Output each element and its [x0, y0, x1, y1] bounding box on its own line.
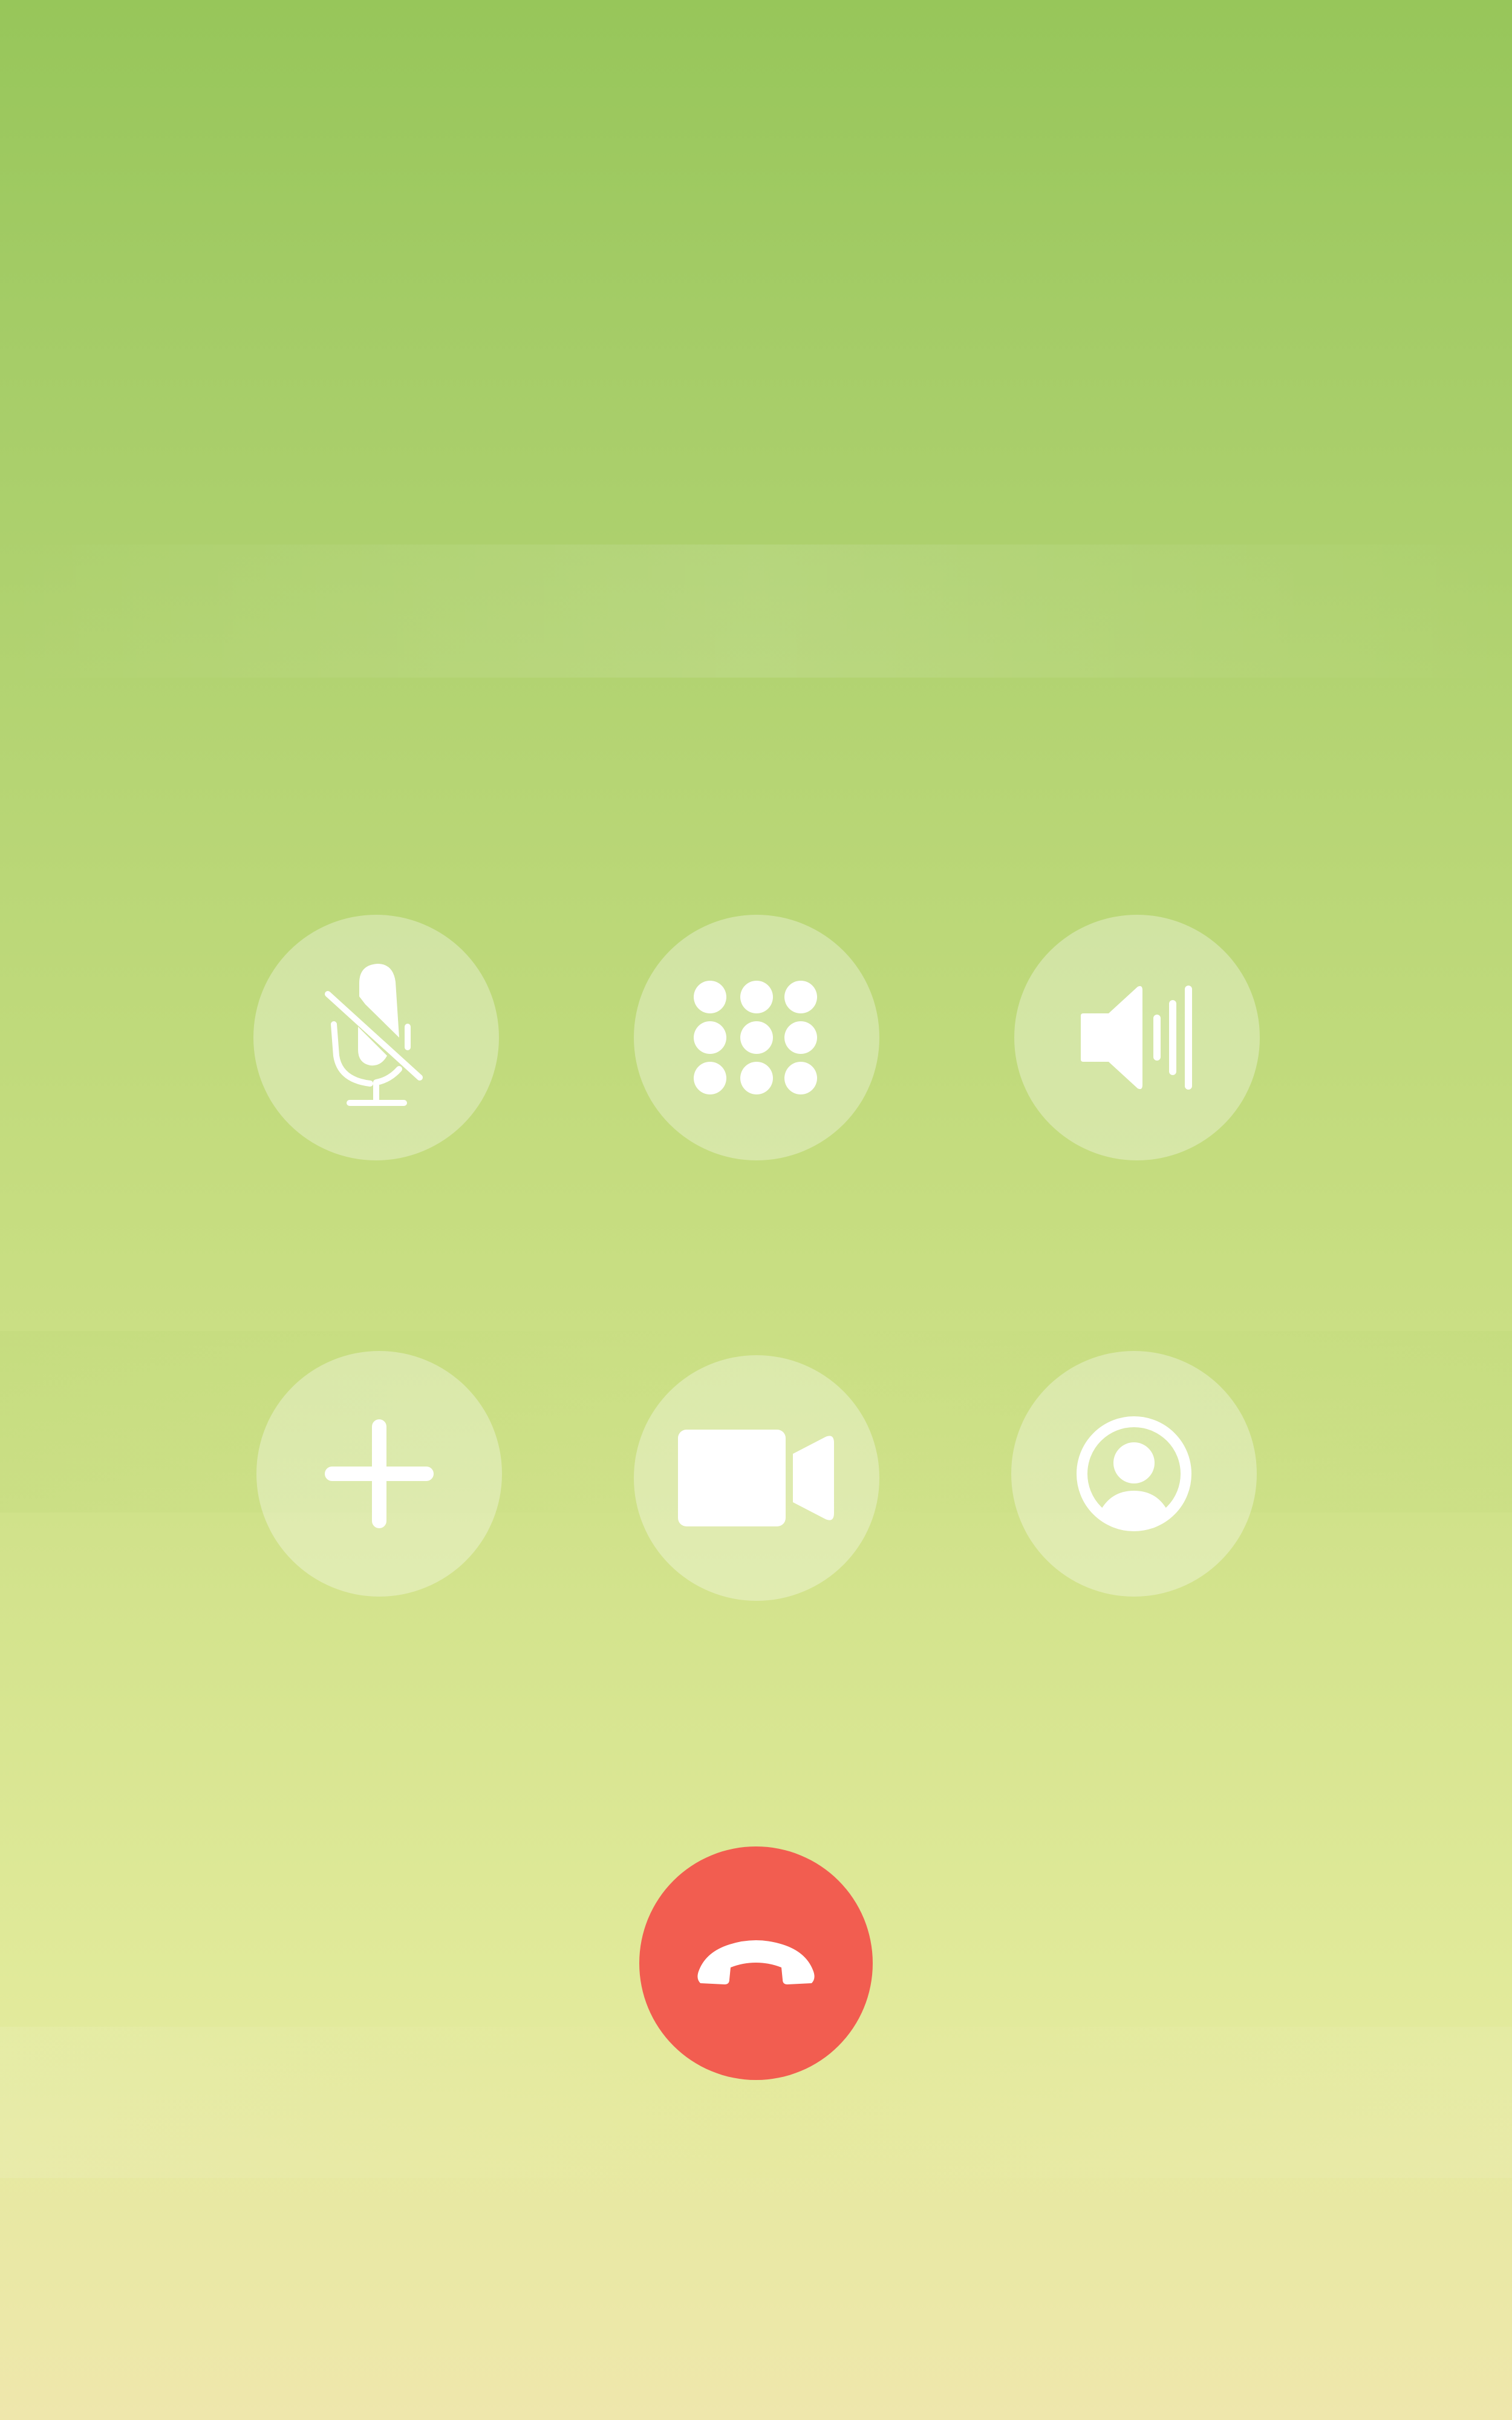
speaker-icon [1081, 986, 1192, 1090]
contacts-button[interactable] [1011, 1351, 1257, 1597]
mic-off-icon [325, 964, 423, 1106]
mute-button[interactable] [253, 915, 499, 1160]
keypad-icon [694, 981, 817, 1094]
video-call-button[interactable] [634, 1355, 879, 1601]
keypad-button[interactable] [634, 915, 879, 1160]
speaker-button[interactable] [1014, 915, 1260, 1160]
person-circle-icon [1077, 1416, 1191, 1531]
add-call-button[interactable] [256, 1351, 502, 1597]
end-call-button[interactable] [639, 1846, 873, 2080]
plus-icon [325, 1419, 434, 1528]
video-camera-icon [678, 1430, 834, 1526]
phone-hangup-icon [697, 1940, 815, 1984]
